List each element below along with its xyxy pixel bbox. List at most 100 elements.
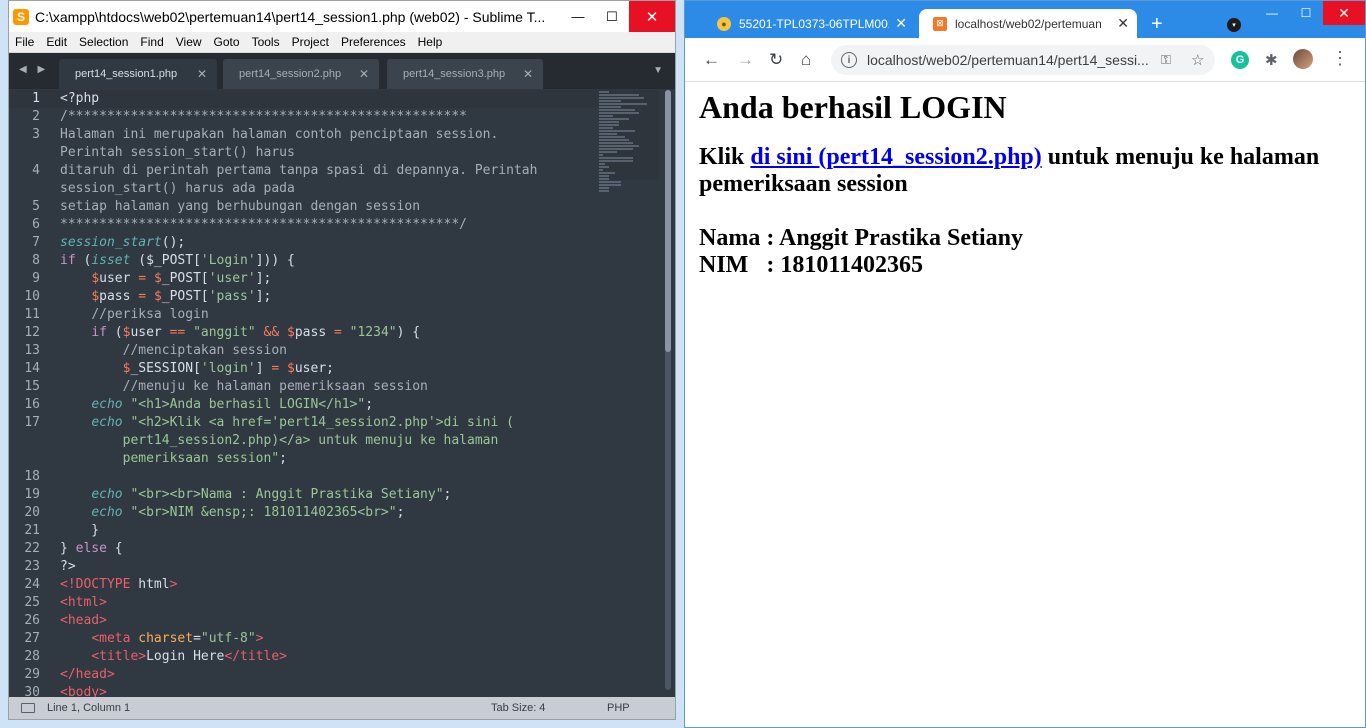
code-line[interactable]: echo "<br>NIM &ensp;: 181011402365<br>"; [60, 504, 620, 522]
password-key-icon[interactable]: ⚿ [1161, 52, 1171, 68]
tab-size[interactable]: Tab Size: 4 [491, 702, 545, 714]
line-number: 1 [32, 91, 40, 106]
code-line[interactable]: echo "<h2>Klik <a href='pert14_session2.… [60, 414, 620, 432]
address-bar[interactable]: i localhost/web02/pertemuan14/pert14_ses… [831, 45, 1215, 75]
code-line[interactable]: <html> [60, 594, 620, 612]
menu-edit[interactable]: Edit [40, 35, 73, 49]
tab-bar: ◀ ▶ pert14_session1.php ✕ pert14_session… [9, 53, 675, 89]
code-line[interactable]: ****************************************… [60, 216, 620, 234]
media-control-icon[interactable]: ▾ [1227, 18, 1241, 32]
code-line[interactable]: <body> [60, 684, 620, 698]
code-line[interactable]: <meta charset="utf-8"> [60, 630, 620, 648]
code-line[interactable]: <head> [60, 612, 620, 630]
minimap-line [599, 103, 647, 105]
tab-session1[interactable]: pert14_session1.php ✕ [59, 59, 217, 89]
chrome-menu-icon[interactable]: ⋮ [1331, 48, 1349, 69]
menu-selection[interactable]: Selection [73, 35, 134, 49]
new-tab-button[interactable]: + [1151, 14, 1163, 34]
code-line[interactable]: if (isset ($_POST['Login'])) { [60, 252, 620, 270]
line-number: 9 [32, 271, 40, 286]
code-line[interactable]: /***************************************… [60, 108, 620, 126]
vertical-scrollbar[interactable] [665, 90, 671, 690]
menu-tools[interactable]: Tools [246, 35, 286, 49]
chrome-maximize-button[interactable]: ☐ [1289, 1, 1323, 25]
profile-avatar[interactable] [1293, 49, 1313, 69]
panel-toggle-icon[interactable] [21, 703, 35, 713]
code-line[interactable]: //menuju ke halaman pemeriksaan session [60, 378, 620, 396]
menu-preferences[interactable]: Preferences [335, 35, 412, 49]
tab-dropdown-icon[interactable]: ▼ [653, 65, 663, 76]
code-line[interactable]: if ($user == "anggit" && $pass = "1234")… [60, 324, 620, 342]
code-line[interactable]: <?php [60, 90, 620, 108]
chrome-minimize-button[interactable]: — [1255, 1, 1289, 25]
code-line[interactable]: setiap halaman yang berhubungan dengan s… [60, 198, 620, 216]
code-line[interactable]: <title>Login Here</title> [60, 648, 620, 666]
close-button[interactable]: ✕ [629, 1, 675, 32]
tab-close-icon[interactable]: ✕ [359, 67, 369, 81]
line-number: 25 [24, 595, 40, 610]
chrome-tab-close-icon[interactable]: ✕ [1117, 15, 1129, 32]
tab-close-icon[interactable]: ✕ [197, 67, 207, 81]
line-number: 27 [24, 631, 40, 646]
line-number: 23 [24, 559, 40, 574]
code-line[interactable]: //periksa login [60, 306, 620, 324]
menu-project[interactable]: Project [286, 35, 335, 49]
code-line[interactable]: $pass = $_POST['pass']; [60, 288, 620, 306]
tab-nav-arrows[interactable]: ◀ ▶ [19, 64, 49, 75]
chrome-tab-lms[interactable]: ● 55201-TPL0373-06TPLM001- ✕ [703, 9, 915, 38]
minimap[interactable] [599, 90, 659, 192]
menu-file[interactable]: File [9, 35, 40, 49]
code-line[interactable]: <!DOCTYPE html> [60, 576, 620, 594]
tab-session3[interactable]: pert14_session3.php ✕ [387, 59, 543, 89]
code-line[interactable]: ?> [60, 558, 620, 576]
chrome-tab-close-icon[interactable]: ✕ [895, 15, 907, 32]
chrome-tab-localhost[interactable]: ⊠ localhost/web02/pertemuan ✕ [919, 9, 1137, 38]
code-line[interactable]: session_start() harus ada pada [60, 180, 620, 198]
tab-label: pert14_session3.php [403, 68, 506, 80]
scrollbar-thumb[interactable] [665, 90, 671, 352]
lms-favicon-icon: ● [717, 16, 731, 31]
code-line[interactable]: </head> [60, 666, 620, 684]
line-number: 24 [24, 577, 40, 592]
chrome-close-button[interactable]: ✕ [1323, 1, 1365, 25]
bookmark-star-icon[interactable]: ☆ [1191, 51, 1204, 69]
line-number [9, 432, 40, 450]
forward-icon[interactable]: → [737, 50, 754, 70]
menu-view[interactable]: View [170, 35, 208, 49]
back-icon[interactable]: ← [703, 50, 720, 70]
url-text[interactable]: localhost/web02/pertemuan14/pert14_sessi… [867, 52, 1151, 68]
menu-goto[interactable]: Goto [208, 35, 246, 49]
window-title: C:\xampp\htdocs\web02\pertemuan14\pert14… [35, 8, 546, 25]
code-editor[interactable]: 1 2 3 4 5 6 7 8 9 10 11 12 13 14 15 16 17 18 19 20 21 22 23 24 2… [9, 90, 675, 698]
extensions-icon[interactable]: ✱ [1265, 51, 1278, 69]
code-line[interactable]: $user = $_POST['user']; [60, 270, 620, 288]
grammarly-icon[interactable]: G [1231, 51, 1249, 69]
tab-session2[interactable]: pert14_session2.php ✕ [223, 59, 379, 89]
session2-link[interactable]: di sini (pert14_session2.php) [750, 144, 1041, 170]
code-line[interactable]: $_SESSION['login'] = $user; [60, 360, 620, 378]
code-line[interactable]: Perintah session_start() harus [60, 144, 620, 162]
code-line[interactable]: session_start(); [60, 234, 620, 252]
code-content[interactable]: <?php/**********************************… [60, 90, 620, 698]
tab-close-icon[interactable]: ✕ [523, 67, 533, 81]
code-line[interactable]: Halaman ini merupakan halaman contoh pen… [60, 126, 620, 144]
site-info-icon[interactable]: i [841, 52, 857, 68]
code-line[interactable]: pemeriksaan session"; [60, 450, 620, 468]
reload-icon[interactable]: ↻ [769, 50, 783, 70]
syntax-mode[interactable]: PHP [607, 702, 630, 714]
maximize-button[interactable]: ☐ [595, 1, 629, 32]
minimap-line [599, 94, 639, 96]
code-line[interactable]: //menciptakan session [60, 342, 620, 360]
code-line[interactable]: echo "<h1>Anda berhasil LOGIN</h1>"; [60, 396, 620, 414]
code-line[interactable] [60, 468, 620, 486]
minimize-button[interactable]: — [561, 1, 595, 32]
menu-help[interactable]: Help [412, 35, 449, 49]
home-icon[interactable]: ⌂ [801, 50, 811, 70]
line-number [9, 180, 40, 198]
menu-find[interactable]: Find [134, 35, 169, 49]
code-line[interactable]: pert14_session2.php)</a> untuk menuju ke… [60, 432, 620, 450]
code-line[interactable]: ditaruh di perintah pertama tanpa spasi … [60, 162, 620, 180]
code-line[interactable]: } [60, 522, 620, 540]
code-line[interactable]: } else { [60, 540, 620, 558]
code-line[interactable]: echo "<br><br>Nama : Anggit Prastika Set… [60, 486, 620, 504]
